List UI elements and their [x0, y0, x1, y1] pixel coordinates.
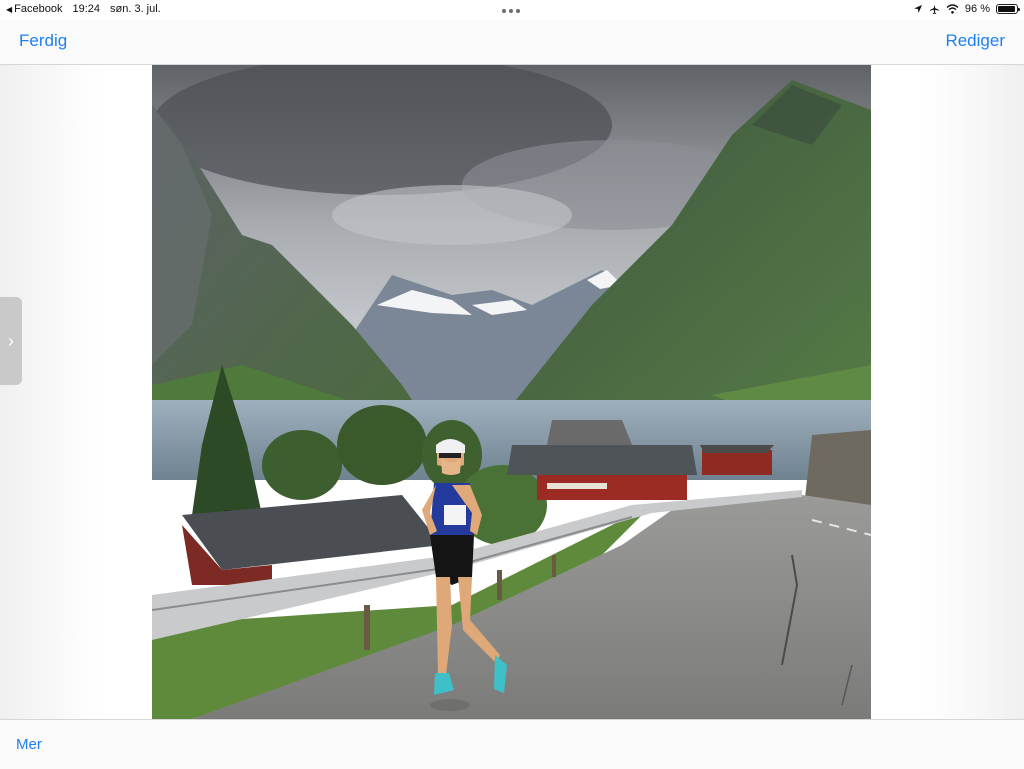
navigation-bar: Ferdig Rediger: [0, 20, 1024, 65]
photo-viewer: ›: [0, 65, 1024, 719]
status-right: 96 %: [913, 3, 1020, 15]
back-to-app-link[interactable]: ◀ Facebook: [6, 3, 62, 15]
bottom-toolbar: Mer: [0, 719, 1024, 769]
back-arrow-icon: ◀: [6, 5, 13, 14]
edit-button[interactable]: Rediger: [945, 31, 1005, 51]
status-time: 19:24: [72, 3, 100, 15]
wifi-icon: [946, 4, 959, 14]
airplane-icon: [929, 4, 940, 14]
battery-percent: 96 %: [964, 3, 990, 15]
location-arrow-icon: [913, 5, 922, 13]
back-app-label: Facebook: [14, 3, 63, 15]
photo[interactable]: [152, 65, 871, 719]
battery-icon: [996, 4, 1020, 14]
status-date: søn. 3. jul.: [110, 3, 161, 15]
sidebar-handle[interactable]: ›: [0, 297, 22, 385]
status-left: ◀ Facebook 19:24 søn. 3. jul.: [6, 3, 161, 15]
more-button[interactable]: Mer: [16, 736, 42, 753]
chevron-right-icon: ›: [8, 330, 14, 351]
photo-image: [152, 65, 871, 719]
status-bar: ◀ Facebook 19:24 søn. 3. jul. 96 %: [0, 0, 1024, 20]
multitask-dots[interactable]: [502, 9, 520, 13]
done-button[interactable]: Ferdig: [19, 31, 67, 51]
